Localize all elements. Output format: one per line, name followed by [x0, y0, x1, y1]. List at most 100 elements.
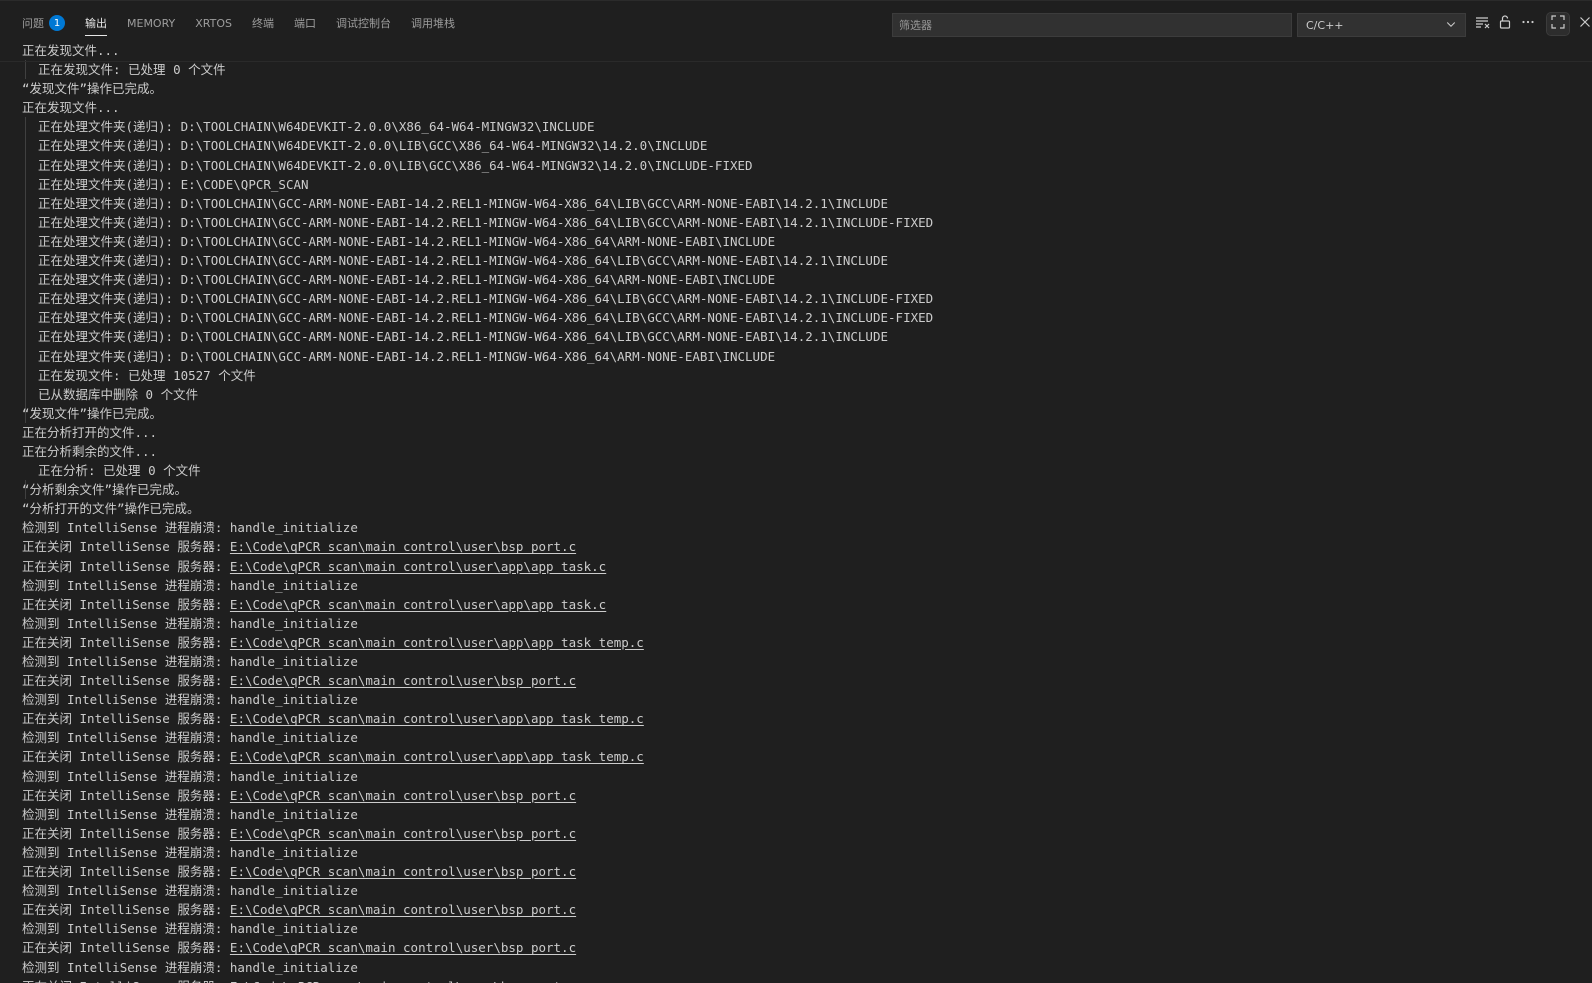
file-path-link[interactable]: E:\Code\qPCR_scan\main_control\user\bsp_…: [230, 864, 576, 879]
output-line-text: 正在发现文件: 已处理 10527 个文件: [38, 367, 256, 383]
output-line-text: 已从数据库中删除 0 个文件: [38, 386, 199, 402]
output-line: 正在处理文件夹(递归): D:\TOOLCHAIN\W64DEVKIT-2.0.…: [22, 117, 933, 136]
output-line-text: 检测到 IntelliSense 进程崩溃: handle_initialize: [22, 577, 358, 593]
file-path-link[interactable]: E:\Code\qPCR_scan\main_control\user\bsp_…: [230, 979, 576, 983]
maximize-panel-button[interactable]: [1546, 12, 1570, 36]
output-line-text: “分析剩余文件”操作已完成。: [22, 482, 188, 498]
tab-7[interactable]: 调用堆栈: [401, 1, 465, 45]
tab-label: 调试控制台: [336, 17, 391, 30]
file-path-link[interactable]: E:\Code\qPCR_scan\main_control\user\bsp_…: [230, 902, 576, 917]
output-line-text: 正在发现文件...: [22, 100, 120, 116]
output-panel: 问题 1 输出 MEMORY XRTOS 终端 端口 调试控制台 调用堆栈 C/C++: [0, 0, 1592, 983]
output-line: 检测到 IntelliSense 进程崩溃: handle_initialize: [22, 614, 933, 633]
output-line-text: 正在关闭 IntelliSense 服务器:: [22, 558, 230, 574]
output-line-text: 正在处理文件夹(递归): D:\TOOLCHAIN\GCC-ARM-NONE-E…: [38, 310, 934, 326]
output-line: 检测到 IntelliSense 进程崩溃: handle_initialize: [22, 518, 933, 537]
output-content[interactable]: 正在发现文件... 正在发现文件: 已处理 0 个文件 “发现文件”操作已完成。 正在…: [0, 41, 1592, 983]
tab-5[interactable]: 端口: [284, 1, 326, 45]
output-line: 正在处理文件夹(递归): D:\TOOLCHAIN\GCC-ARM-NONE-E…: [22, 308, 933, 327]
file-path-link[interactable]: E:\Code\qPCR_scan\main_control\user\app\…: [230, 749, 644, 764]
output-line: 正在分析剩余的文件...: [22, 442, 933, 461]
panel-tabs: 问题 1 输出 MEMORY XRTOS 终端 端口 调试控制台 调用堆栈: [0, 1, 465, 45]
output-line: 已从数据库中删除 0 个文件: [22, 385, 933, 404]
file-path-link[interactable]: E:\Code\qPCR_scan\main_control\user\app\…: [230, 635, 644, 650]
output-line-text: 正在处理文件夹(递归): D:\TOOLCHAIN\GCC-ARM-NONE-E…: [38, 329, 889, 345]
maximize-icon: [1550, 14, 1566, 34]
file-path-link[interactable]: E:\Code\qPCR_scan\main_control\user\app\…: [230, 559, 606, 574]
tab-label: XRTOS: [195, 16, 232, 30]
output-line-text: 正在分析: 已处理 0 个文件: [38, 463, 201, 479]
output-line-text: “发现文件”操作已完成。: [22, 405, 163, 421]
file-path-link[interactable]: E:\Code\qPCR_scan\main_control\user\bsp_…: [230, 673, 576, 688]
ellipsis-icon: [1520, 14, 1536, 34]
file-path-link[interactable]: E:\Code\qPCR_scan\main_control\user\bsp_…: [230, 940, 576, 955]
output-line-text: 检测到 IntelliSense 进程崩溃: handle_initialize: [22, 806, 358, 822]
filter-input[interactable]: [892, 13, 1292, 37]
output-line-text: 正在处理文件夹(递归): D:\TOOLCHAIN\GCC-ARM-NONE-E…: [38, 195, 889, 211]
output-line: 正在关闭 IntelliSense 服务器: E:\Code\qPCR_scan…: [22, 862, 933, 881]
output-channel-select[interactable]: C/C++: [1297, 13, 1466, 37]
output-line: 正在处理文件夹(递归): D:\TOOLCHAIN\GCC-ARM-NONE-E…: [22, 347, 933, 366]
output-line: 正在处理文件夹(递归): D:\TOOLCHAIN\W64DEVKIT-2.0.…: [22, 136, 933, 155]
tab-0[interactable]: 问题 1: [12, 1, 75, 45]
output-line-text: 检测到 IntelliSense 进程崩溃: handle_initialize: [22, 520, 358, 536]
scroll-lock-button[interactable]: [1494, 13, 1516, 35]
tab-3[interactable]: XRTOS: [185, 1, 242, 45]
output-line-text: 正在处理文件夹(递归): D:\TOOLCHAIN\GCC-ARM-NONE-E…: [38, 348, 776, 364]
output-line: 正在关闭 IntelliSense 服务器: E:\Code\qPCR_scan…: [22, 824, 933, 843]
sticky-scroll-divider: [0, 61, 1592, 62]
file-path-link[interactable]: E:\Code\qPCR_scan\main_control\user\bsp_…: [230, 788, 576, 803]
output-line-text: 正在分析剩余的文件...: [22, 443, 158, 459]
more-actions-button[interactable]: [1517, 13, 1539, 35]
tab-4[interactable]: 终端: [242, 1, 284, 45]
output-line-text: 正在发现文件: 已处理 0 个文件: [38, 62, 226, 78]
output-line: 正在关闭 IntelliSense 服务器: E:\Code\qPCR_scan…: [22, 709, 933, 728]
output-line-text: 正在处理文件夹(递归): D:\TOOLCHAIN\W64DEVKIT-2.0.…: [38, 138, 708, 154]
output-line: 检测到 IntelliSense 进程崩溃: handle_initialize: [22, 919, 933, 938]
output-line-text: 正在处理文件夹(递归): D:\TOOLCHAIN\GCC-ARM-NONE-E…: [38, 214, 934, 230]
output-line-text: 正在处理文件夹(递归): D:\TOOLCHAIN\GCC-ARM-NONE-E…: [38, 272, 776, 288]
output-line-text: 正在关闭 IntelliSense 服务器:: [22, 940, 230, 956]
tab-2[interactable]: MEMORY: [117, 1, 185, 45]
tab-label: 调用堆栈: [411, 17, 455, 30]
tab-label: 问题: [22, 17, 44, 30]
output-line: 正在关闭 IntelliSense 服务器: E:\Code\qPCR_scan…: [22, 786, 933, 805]
output-line: “发现文件”操作已完成。: [22, 79, 933, 98]
file-path-link[interactable]: E:\Code\qPCR_scan\main_control\user\app\…: [230, 711, 644, 726]
output-line-text: 正在关闭 IntelliSense 服务器:: [22, 787, 230, 803]
output-line: 正在处理文件夹(递归): D:\TOOLCHAIN\GCC-ARM-NONE-E…: [22, 289, 933, 308]
output-line: 正在发现文件: 已处理 0 个文件: [22, 60, 933, 79]
output-line: 正在处理文件夹(递归): D:\TOOLCHAIN\GCC-ARM-NONE-E…: [22, 213, 933, 232]
output-line-text: 正在处理文件夹(递归): D:\TOOLCHAIN\GCC-ARM-NONE-E…: [38, 291, 934, 307]
output-line-text: 检测到 IntelliSense 进程崩溃: handle_initialize: [22, 883, 358, 899]
output-line-text: 正在关闭 IntelliSense 服务器:: [22, 539, 230, 555]
clear-output-button[interactable]: [1471, 13, 1493, 35]
output-line: 正在关闭 IntelliSense 服务器: E:\Code\qPCR_scan…: [22, 633, 933, 652]
output-line-text: 正在关闭 IntelliSense 服务器:: [22, 979, 230, 983]
file-path-link[interactable]: E:\Code\qPCR_scan\main_control\user\bsp_…: [230, 826, 576, 841]
output-line: 正在处理文件夹(递归): E:\CODE\QPCR_SCAN: [22, 175, 933, 194]
output-line-text: 检测到 IntelliSense 进程崩溃: handle_initialize: [22, 921, 358, 937]
output-line: 正在处理文件夹(递归): D:\TOOLCHAIN\GCC-ARM-NONE-E…: [22, 270, 933, 289]
tab-label: 端口: [294, 17, 316, 30]
output-line: 检测到 IntelliSense 进程崩溃: handle_initialize: [22, 767, 933, 786]
output-line: 正在发现文件...: [22, 41, 933, 60]
close-icon: [1577, 14, 1592, 34]
output-line-text: 正在发现文件...: [22, 43, 120, 58]
output-line: 正在关闭 IntelliSense 服务器: E:\Code\qPCR_scan…: [22, 900, 933, 919]
problems-count-badge: 1: [49, 15, 65, 31]
close-panel-button[interactable]: [1574, 13, 1592, 35]
tab-6[interactable]: 调试控制台: [326, 1, 401, 45]
output-line: 正在关闭 IntelliSense 服务器: E:\Code\qPCR_scan…: [22, 557, 933, 576]
output-line: 检测到 IntelliSense 进程崩溃: handle_initialize: [22, 881, 933, 900]
file-path-link[interactable]: E:\Code\qPCR_scan\main_control\user\app\…: [230, 597, 606, 612]
output-line-text: 正在关闭 IntelliSense 服务器:: [22, 673, 230, 689]
output-line: “分析剩余文件”操作已完成。: [22, 480, 933, 499]
file-path-link[interactable]: E:\Code\qPCR_scan\main_control\user\bsp_…: [230, 539, 576, 554]
output-line: 正在分析打开的文件...: [22, 423, 933, 442]
unlock-icon: [1497, 14, 1513, 34]
tab-1[interactable]: 输出: [75, 1, 117, 45]
output-line-text: 正在关闭 IntelliSense 服务器:: [22, 711, 230, 727]
output-line-text: 正在关闭 IntelliSense 服务器:: [22, 825, 230, 841]
output-line: 正在关闭 IntelliSense 服务器: E:\Code\qPCR_scan…: [22, 671, 933, 690]
